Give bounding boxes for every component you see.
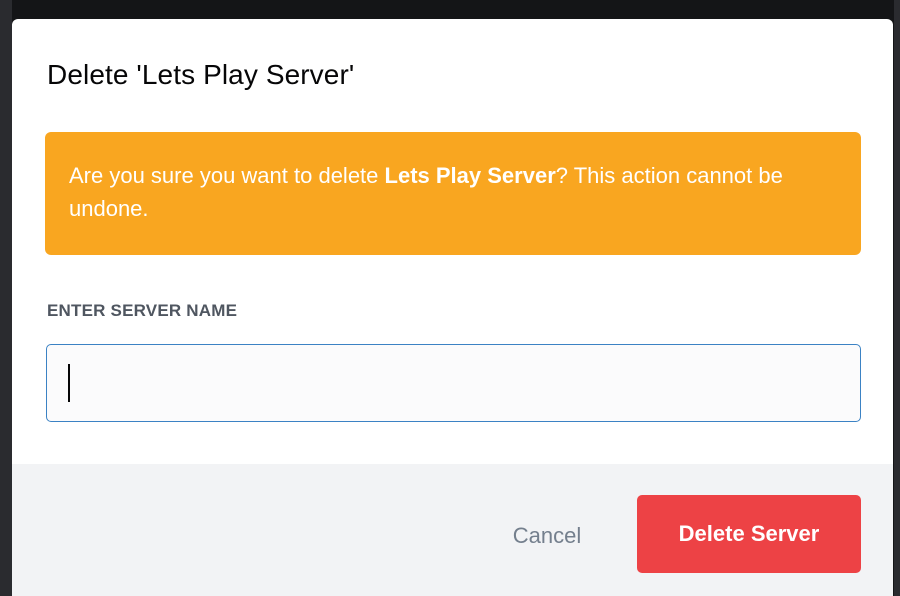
warning-server-name: Lets Play Server bbox=[384, 163, 556, 188]
text-cursor bbox=[68, 364, 70, 402]
cancel-button[interactable]: Cancel bbox=[482, 499, 612, 573]
warning-text-prefix: Are you sure you want to delete bbox=[69, 163, 385, 188]
modal-footer: Cancel Delete Server bbox=[12, 464, 893, 596]
background-app-edge-right bbox=[894, 0, 900, 596]
modal-title: Delete 'Lets Play Server' bbox=[47, 59, 355, 90]
server-name-input[interactable] bbox=[46, 344, 861, 422]
warning-notice: Are you sure you want to delete Lets Pla… bbox=[45, 132, 861, 255]
delete-server-button[interactable]: Delete Server bbox=[637, 495, 861, 573]
server-name-field-label: ENTER SERVER NAME bbox=[47, 301, 238, 320]
delete-server-modal: Delete 'Lets Play Server' Are you sure y… bbox=[12, 19, 893, 596]
background-app-edge-left bbox=[0, 0, 12, 596]
